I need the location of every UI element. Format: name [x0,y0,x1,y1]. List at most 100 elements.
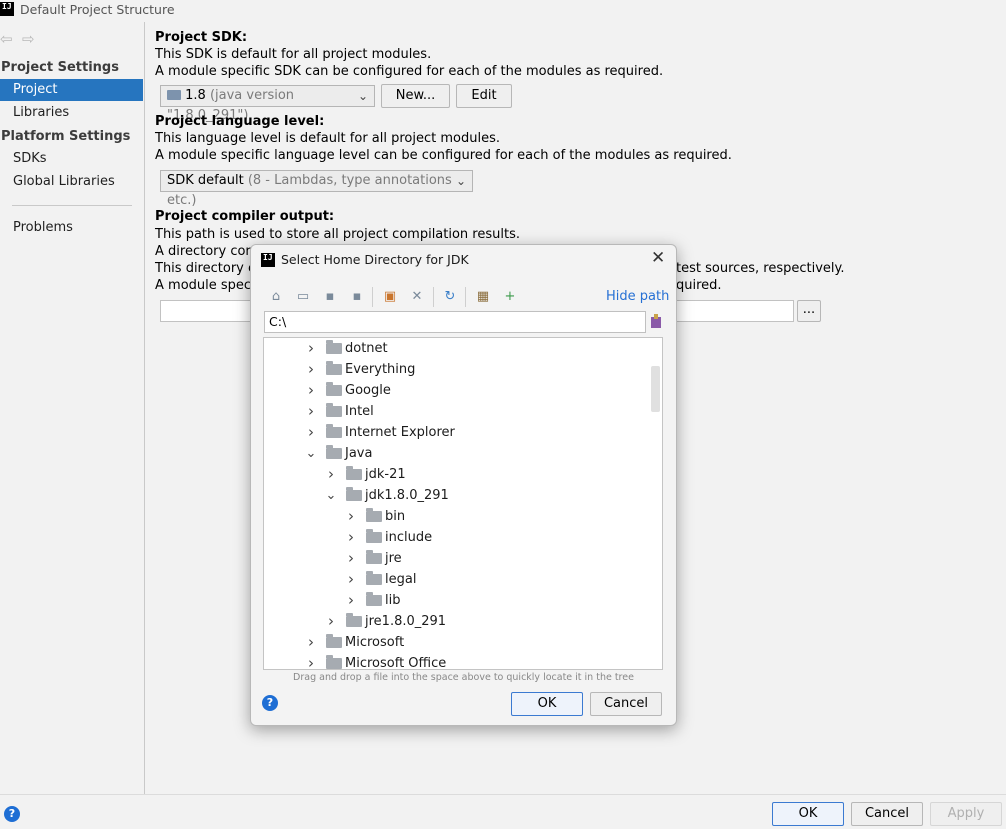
close-icon[interactable]: ✕ [651,248,665,268]
module-folder-icon[interactable]: ▪ [349,289,365,305]
sidebar-item-sdks[interactable]: SDKs [0,148,143,170]
compiler-description-4-tail: quired. [676,278,722,293]
section-heading-project-settings: Project Settings [1,60,119,75]
tree-row[interactable]: ⌄ Java [264,443,650,464]
cancel-button[interactable]: Cancel [851,802,923,826]
tree-row[interactable]: › include [264,527,650,548]
folder-icon [366,592,382,606]
tree-row[interactable]: › legal [264,569,650,590]
directory-tree[interactable]: › dotnet › Everything › Google › Intel › Internet… [263,337,663,670]
tree-row[interactable]: › jre [264,548,650,569]
dialog-ok-button[interactable]: OK [511,692,583,716]
title-bar: IJ Default Project Structure [0,0,1006,22]
folder-icon [326,382,342,396]
help-icon[interactable]: ? [4,806,20,822]
tree-row[interactable]: › Everything [264,359,650,380]
chevron-right-icon[interactable]: › [345,548,357,569]
project-sdk-heading: Project SDK: [155,30,248,45]
tree-row[interactable]: › jre1.8.0_291 [264,611,650,632]
sidebar-item-libraries[interactable]: Libraries [0,102,143,124]
compiler-description-2: A directory corre [155,244,264,259]
tree-row-label: jdk-21 [365,467,406,482]
tree-row-label: Intel [345,404,374,419]
tree-row-label: Microsoft Office [345,656,447,670]
tree-row[interactable]: › Microsoft [264,632,650,653]
add-icon[interactable]: + [502,289,518,305]
chevron-right-icon[interactable]: › [305,380,317,401]
delete-icon[interactable]: ✕ [409,289,425,305]
tree-row-label: Java [345,446,373,461]
language-level-heading: Project language level: [155,114,325,129]
sidebar-item-project[interactable]: Project [0,79,143,101]
back-arrow-icon[interactable]: ⇦ [0,30,13,48]
chevron-right-icon[interactable]: › [305,359,317,380]
tree-row[interactable]: ⌄ jdk1.8.0_291 [264,485,650,506]
compiler-description-3-tail: test sources, respectively. [676,261,845,276]
path-history-icon[interactable] [649,313,663,329]
chevron-right-icon[interactable]: › [345,590,357,611]
toolbar-separator [465,287,466,307]
tree-row[interactable]: › jdk-21 [264,464,650,485]
tree-row-label: lib [385,593,401,608]
folder-icon [366,529,382,543]
tree-row[interactable]: › dotnet [264,338,650,359]
edit-sdk-button[interactable]: Edit [456,84,512,108]
tree-row[interactable]: › Microsoft Office [264,653,650,670]
tree-row[interactable]: › bin [264,506,650,527]
new-sdk-button[interactable]: New... [381,84,450,108]
tree-row[interactable]: › Internet Explorer [264,422,650,443]
language-level-combo[interactable]: SDK default (8 - Lambdas, type annotatio… [160,170,473,208]
help-icon[interactable]: ? [262,695,278,711]
chevron-right-icon[interactable]: › [305,653,317,669]
new-folder-icon[interactable]: ▣ [382,289,398,305]
desktop-icon[interactable]: ▭ [295,289,311,305]
chevron-right-icon[interactable]: › [305,632,317,653]
browse-button[interactable]: ... [797,300,821,322]
tree-row[interactable]: › Google [264,380,650,401]
show-hidden-icon[interactable]: ▦ [475,289,491,305]
project-sdk-combo[interactable]: 1.8 (java version "1.8.0_291") ⌄ [160,85,375,123]
forward-arrow-icon[interactable]: ⇨ [22,30,35,48]
language-combo-value: SDK default [167,173,244,188]
tree-row-label: Google [345,383,391,398]
chevron-right-icon[interactable]: › [305,401,317,422]
folder-icon [326,361,342,375]
chevron-right-icon[interactable]: › [345,527,357,548]
folder-icon [326,403,342,417]
tree-row-label: include [385,530,433,545]
chevron-down-icon[interactable]: ⌄ [305,443,317,464]
chevron-right-icon[interactable]: › [305,422,317,443]
refresh-icon[interactable]: ↻ [442,289,458,305]
chevron-right-icon[interactable]: › [345,569,357,590]
folder-icon [326,424,342,438]
compiler-description-1: This path is used to store all project c… [155,227,520,242]
folder-icon [346,613,362,627]
hide-path-link[interactable]: Hide path [606,289,669,304]
chevron-down-icon[interactable]: ⌄ [325,485,337,506]
select-jdk-home-dialog: IJ Select Home Directory for JDK ✕ ⌂ ▭ ▪… [250,244,677,726]
dialog-cancel-button[interactable]: Cancel [590,692,662,716]
tree-row[interactable]: › lib [264,590,650,611]
chevron-right-icon[interactable]: › [325,464,337,485]
tree-scrollbar-thumb[interactable] [651,366,660,412]
chevron-right-icon[interactable]: › [325,611,337,632]
path-input[interactable]: C:\ [264,311,646,333]
folder-icon [346,466,362,480]
folder-icon [366,571,382,585]
sidebar-item-global-libraries[interactable]: Global Libraries [0,171,143,193]
sdk-combo-value: 1.8 [185,88,206,103]
folder-icon [366,550,382,564]
sidebar-item-problems[interactable]: Problems [0,217,143,239]
drag-drop-hint: Drag and drop a file into the space abov… [293,672,634,683]
folder-icon [326,655,342,669]
apply-button[interactable]: Apply [930,802,1002,826]
tree-row-label: legal [385,572,417,587]
chevron-right-icon[interactable]: › [305,338,317,359]
ok-button[interactable]: OK [772,802,844,826]
chevron-right-icon[interactable]: › [345,506,357,527]
project-folder-icon[interactable]: ▪ [322,289,338,305]
tree-row[interactable]: › Intel [264,401,650,422]
home-icon[interactable]: ⌂ [268,289,284,305]
chevron-down-icon: ⌄ [455,174,466,188]
sdk-description-1: This SDK is default for all project modu… [155,47,432,62]
